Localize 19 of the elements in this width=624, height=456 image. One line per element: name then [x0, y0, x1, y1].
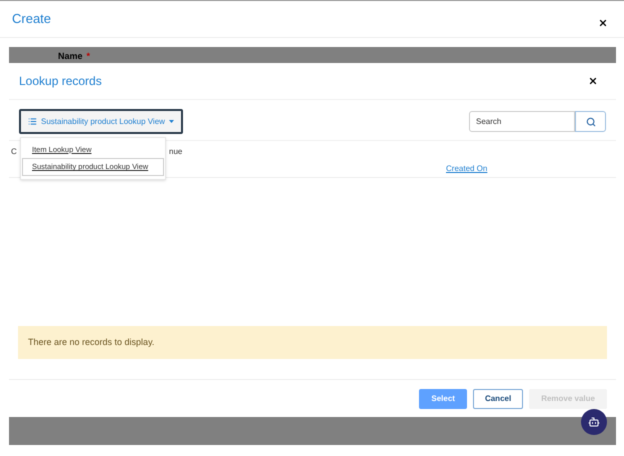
column-header: C	[11, 146, 17, 158]
list-icon	[28, 117, 37, 126]
search-button[interactable]	[575, 111, 606, 132]
field-label: Name	[58, 50, 83, 63]
window-title: Create	[12, 10, 52, 28]
column-header: nue	[169, 146, 182, 158]
close-button[interactable]	[588, 76, 598, 86]
close-button[interactable]	[598, 18, 608, 28]
caret-icon	[168, 120, 174, 123]
required-mark: *	[86, 50, 90, 63]
dialog-button[interactable]: Select	[419, 388, 467, 408]
search-field[interactable]: Search	[469, 111, 575, 132]
empty-message: There are no records to display.	[18, 326, 607, 359]
dialog-title: Lookup records	[19, 73, 102, 90]
view-selector-button[interactable]: Sustainability product Lookup View	[19, 109, 183, 134]
column-header-link[interactable]: Created On	[446, 163, 488, 175]
dialog-button[interactable]: Cancel	[472, 388, 524, 408]
robot-icon	[588, 416, 600, 428]
search-icon	[586, 116, 596, 126]
